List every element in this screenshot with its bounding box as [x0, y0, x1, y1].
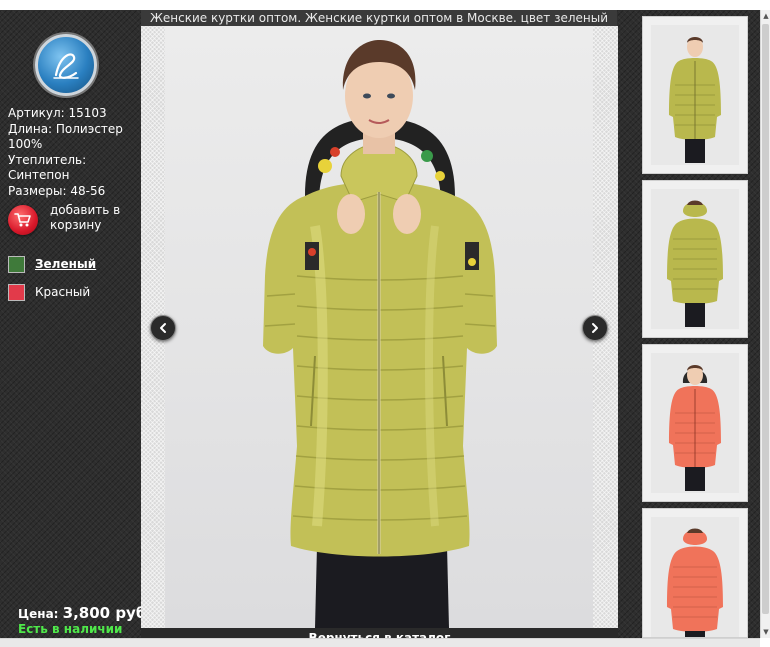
back-to-catalog-link[interactable]: Вернуться в каталог — [141, 628, 618, 638]
price-value: 3,800 руб. — [62, 604, 153, 622]
next-image-button[interactable] — [582, 315, 608, 341]
thumbnail-4[interactable] — [642, 508, 748, 638]
scroll-up-arrow-icon[interactable]: ▲ — [761, 10, 770, 22]
filling-value: Синтепон — [8, 168, 70, 182]
thumbnail-2[interactable] — [642, 180, 748, 338]
filling-label: Утеплитель: — [8, 152, 87, 167]
color-option-red[interactable]: Красный — [8, 284, 140, 302]
thumbnail-green-back — [667, 200, 723, 327]
logo-glyph-icon — [53, 53, 79, 79]
length-info-percent: 100% — [8, 137, 43, 151]
main-image-stage — [141, 26, 618, 628]
brand-logo[interactable] — [35, 34, 97, 96]
vertical-scrollbar[interactable]: ▲ ▼ — [760, 10, 770, 638]
color-name-green[interactable]: Зеленый — [35, 257, 96, 271]
color-swatch-green — [8, 256, 25, 273]
thumbnail-red-front — [669, 365, 721, 491]
product-viewer: Артикул: 15103 Длина: Полиэстер 100% Уте… — [0, 10, 760, 638]
main-product-photo[interactable] — [165, 26, 593, 628]
product-info: Артикул: 15103 Длина: Полиэстер 100% Уте… — [8, 106, 136, 199]
color-option-green[interactable]: Зеленый — [8, 256, 140, 274]
chevron-right-icon — [592, 323, 598, 333]
sizes-info: Размеры: 48-56 — [8, 183, 106, 198]
length-info: Длина: Полиэстер — [8, 121, 123, 136]
color-swatch-red — [8, 284, 25, 301]
chevron-left-icon — [160, 323, 166, 333]
page-title: Женские куртки оптом. Женские куртки опт… — [141, 10, 617, 26]
thumbnail-3[interactable] — [642, 344, 748, 502]
thumbnail-green-front — [669, 37, 721, 163]
add-to-cart-button[interactable]: добавить в корзину — [8, 203, 138, 239]
thumbnail-red-back — [667, 528, 723, 637]
color-name-red[interactable]: Красный — [35, 285, 90, 299]
stock-status: Есть в наличии — [18, 622, 123, 636]
price: Цена: 3,800 руб. — [18, 604, 152, 622]
article-number: Артикул: 15103 — [8, 106, 107, 120]
scroll-down-arrow-icon[interactable]: ▼ — [761, 626, 770, 638]
cart-icon — [8, 205, 38, 235]
thumbnail-1[interactable] — [642, 16, 748, 174]
price-label: Цена: — [18, 607, 59, 621]
add-to-cart-label: добавить в корзину — [50, 203, 121, 232]
scrollbar-thumb[interactable] — [762, 24, 769, 614]
model-jacket-illustration — [263, 40, 497, 628]
previous-image-button[interactable] — [150, 315, 176, 341]
